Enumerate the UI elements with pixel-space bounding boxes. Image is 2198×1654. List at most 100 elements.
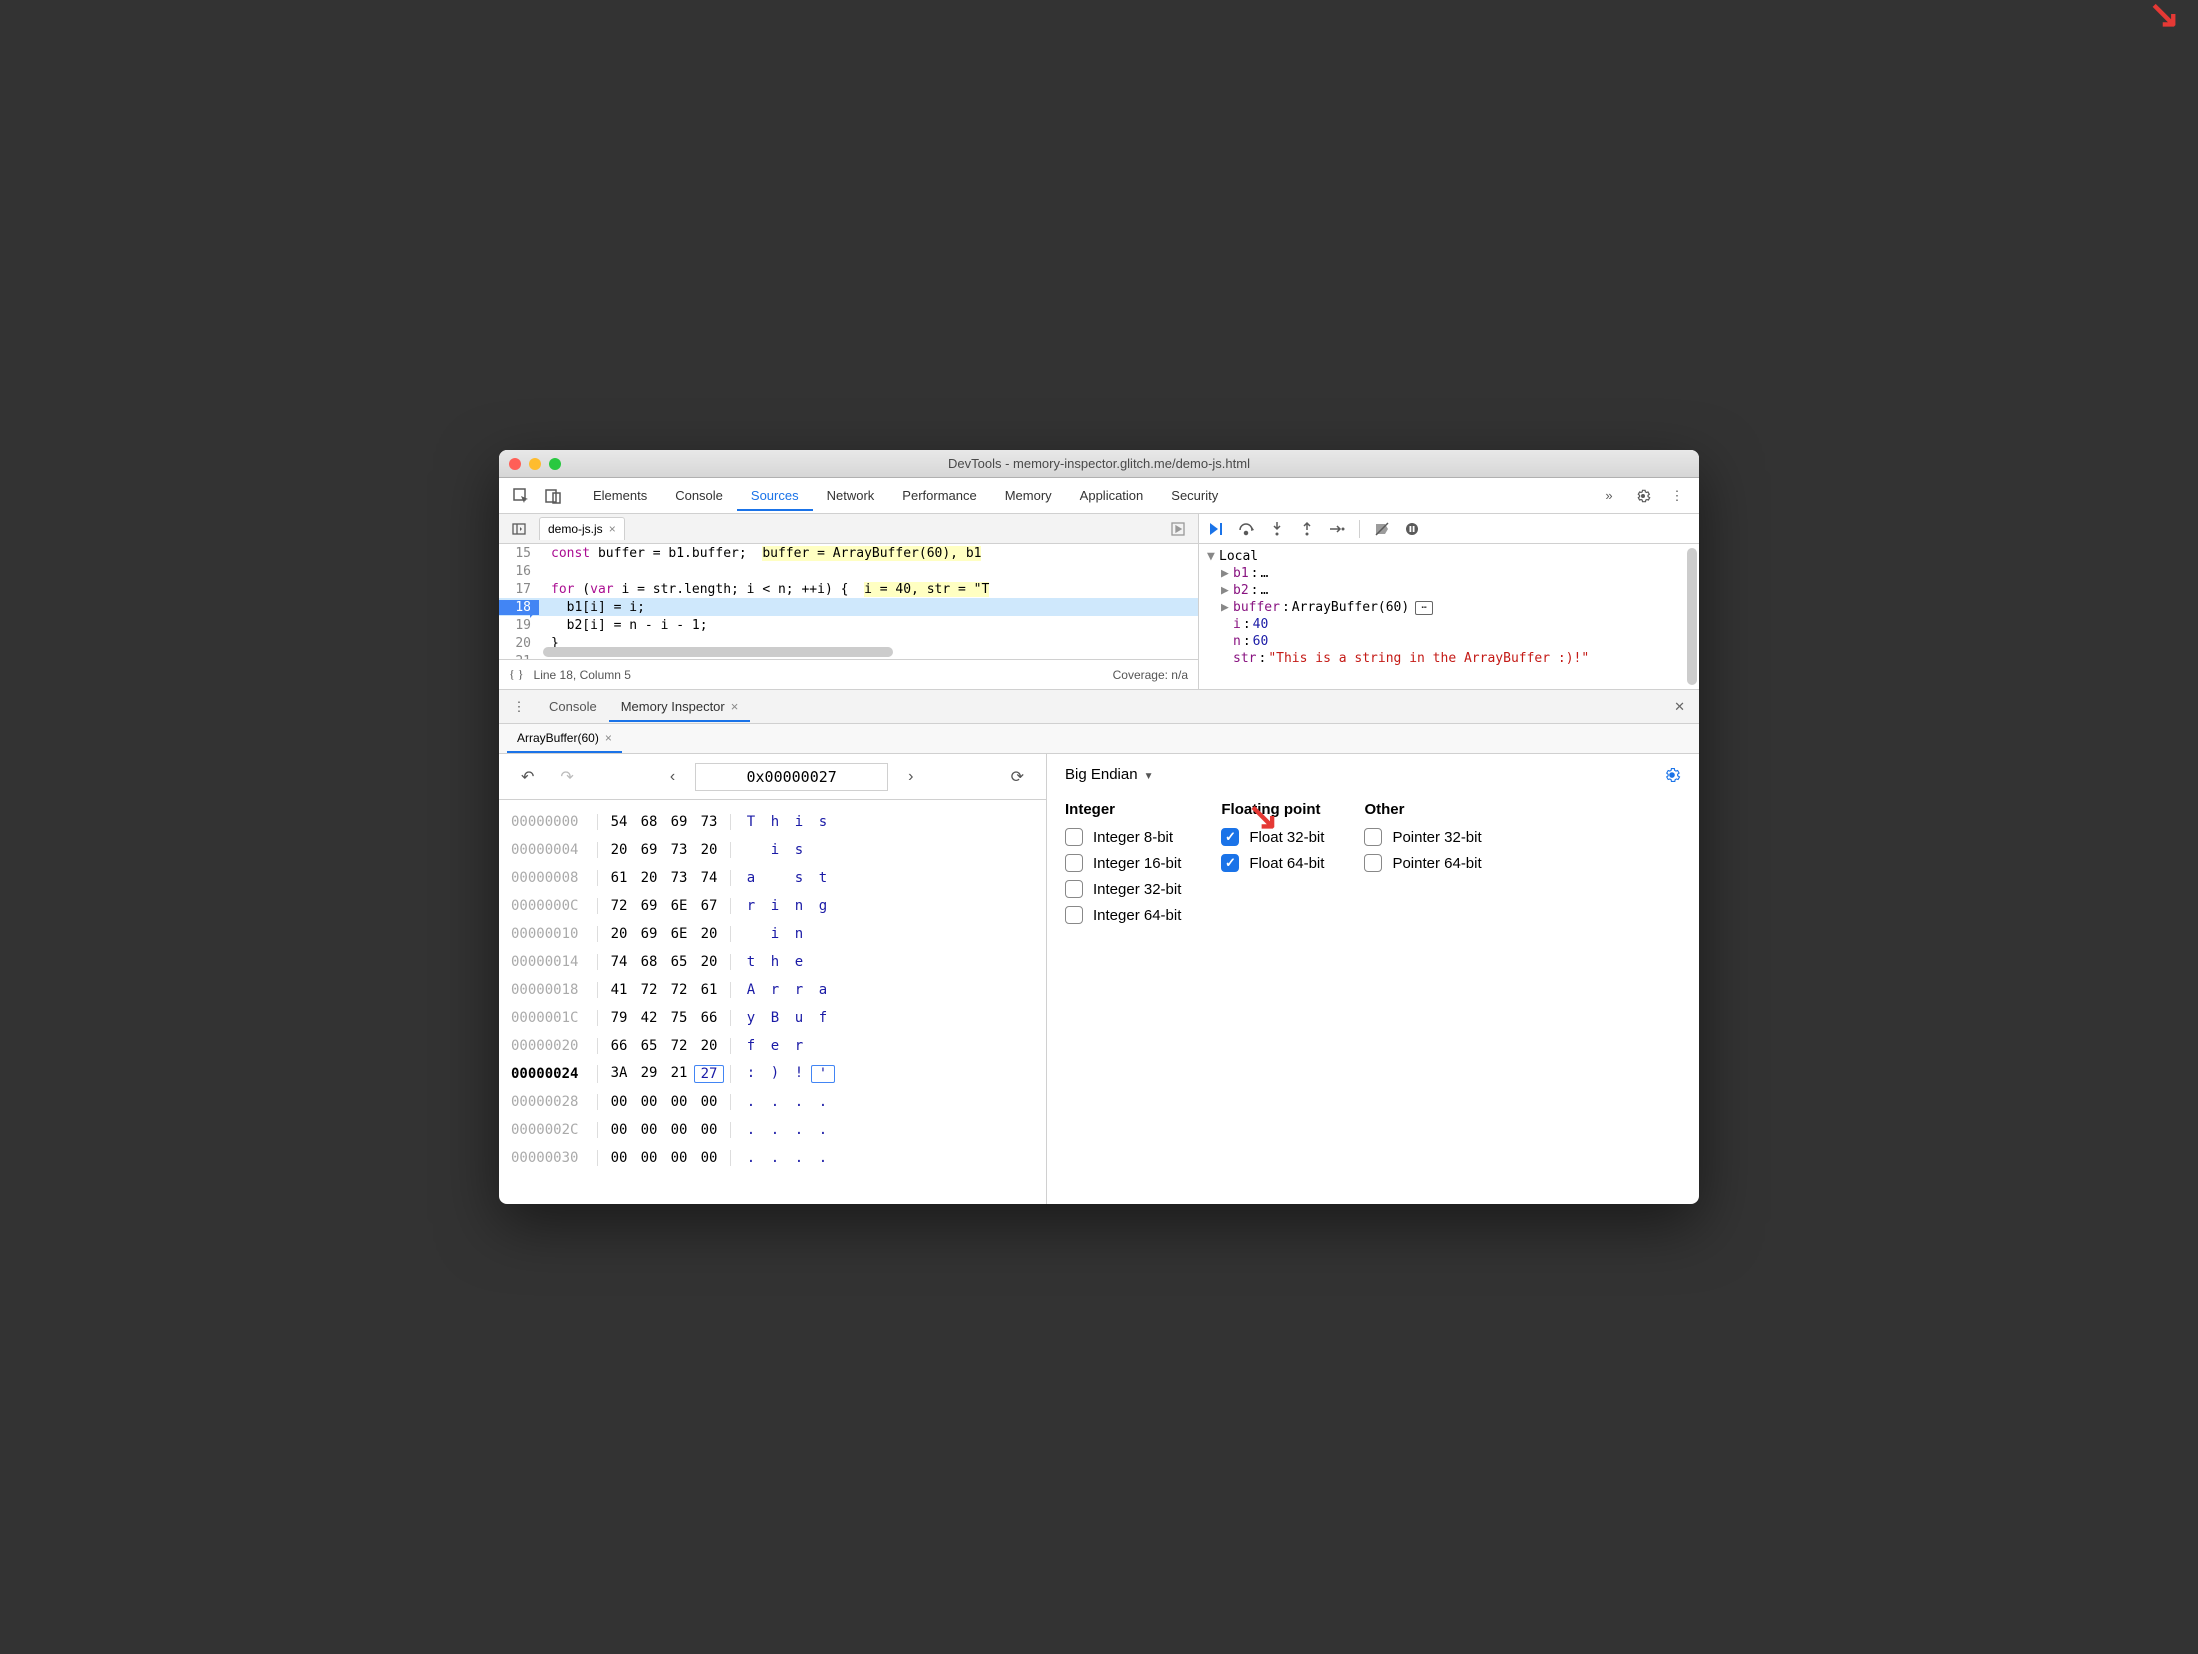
type-option[interactable]: Integer 8-bit (1065, 828, 1181, 846)
close-tab-icon[interactable]: × (731, 699, 739, 714)
hex-grid[interactable]: 0000000054686973This0000000420697320 is … (499, 800, 1046, 1180)
scope-variable[interactable]: n: 60 (1199, 633, 1699, 650)
hex-row[interactable]: 0000000420697320 is (511, 836, 1034, 864)
drawer-tab-memory-inspector[interactable]: Memory Inspector× (609, 691, 751, 722)
redo-icon[interactable]: ↷ (552, 763, 581, 791)
device-toggle-icon[interactable] (539, 482, 567, 510)
tab-elements[interactable]: Elements (579, 480, 661, 511)
option-label: Integer 64-bit (1093, 907, 1181, 924)
scope-variable[interactable]: ▶b1: … (1199, 565, 1699, 582)
mi-tab-label: ArrayBuffer(60) (517, 731, 599, 745)
tab-application[interactable]: Application (1066, 480, 1158, 511)
tab-security[interactable]: Security (1157, 480, 1232, 511)
inspect-element-icon[interactable] (507, 482, 535, 510)
hex-row[interactable]: 000000243A292127:)!' (511, 1060, 1034, 1088)
code-line[interactable]: 17for (var i = str.length; i < n; ++i) {… (499, 580, 1198, 598)
close-tab-icon[interactable]: × (609, 522, 616, 536)
scope-variable[interactable]: str: "This is a string in the ArrayBuffe… (1199, 650, 1699, 667)
close-drawer-icon[interactable]: ✕ (1666, 695, 1693, 719)
pause-exceptions-icon[interactable] (1400, 517, 1424, 541)
scope-variable[interactable]: i: 40 (1199, 616, 1699, 633)
hex-row[interactable]: 0000003000000000.... (511, 1144, 1034, 1172)
address-input[interactable] (695, 763, 888, 791)
step-over-icon[interactable] (1235, 517, 1259, 541)
format-icon[interactable]: { } (509, 667, 524, 682)
code-line[interactable]: 16 (499, 562, 1198, 580)
next-page-icon[interactable]: › (900, 764, 921, 790)
horizontal-scrollbar[interactable] (543, 647, 893, 657)
hex-row[interactable]: 0000001841727261Arra (511, 976, 1034, 1004)
scope-variable[interactable]: ▶b2: … (1199, 582, 1699, 599)
tab-console[interactable]: Console (661, 480, 737, 511)
drawer-tab-console[interactable]: Console (537, 691, 609, 722)
tab-performance[interactable]: Performance (888, 480, 990, 511)
checkbox[interactable] (1221, 828, 1239, 846)
close-mi-tab-icon[interactable]: × (605, 731, 612, 745)
hex-row[interactable]: 0000002C00000000.... (511, 1116, 1034, 1144)
type-option[interactable]: Pointer 64-bit (1364, 854, 1481, 872)
undo-icon[interactable]: ↶ (513, 763, 542, 791)
hex-row[interactable]: 0000001020696E20 in (511, 920, 1034, 948)
resume-icon[interactable] (1205, 517, 1229, 541)
checkbox[interactable] (1065, 854, 1083, 872)
group-title: Integer (1065, 801, 1181, 818)
code-line[interactable]: 19 b2[i] = n - i - 1; (499, 616, 1198, 634)
tab-memory[interactable]: Memory (991, 480, 1066, 511)
checkbox[interactable] (1364, 828, 1382, 846)
memory-inspector-tab[interactable]: ArrayBuffer(60) × (507, 725, 622, 753)
more-tabs-icon[interactable]: » (1595, 482, 1623, 510)
hex-row[interactable]: 0000001474686520the (511, 948, 1034, 976)
run-snippet-icon[interactable] (1164, 515, 1192, 543)
kebab-menu-icon[interactable]: ⋮ (1663, 482, 1691, 510)
type-option[interactable]: Pointer 32-bit (1364, 828, 1481, 846)
traffic-lights (509, 458, 561, 470)
hex-row[interactable]: 0000000C72696E67ring (511, 892, 1034, 920)
vertical-scrollbar[interactable] (1687, 548, 1697, 685)
code-editor[interactable]: 15const buffer = b1.buffer; buffer = Arr… (499, 544, 1198, 659)
scope-variables[interactable]: ▼Local ▶b1: …▶b2: …▶buffer: ArrayBuffer(… (1199, 544, 1699, 689)
type-option[interactable]: Integer 64-bit (1065, 906, 1181, 924)
option-label: Integer 16-bit (1093, 855, 1181, 872)
minimize-window-button[interactable] (529, 458, 541, 470)
checkbox[interactable] (1065, 828, 1083, 846)
step-out-icon[interactable] (1295, 517, 1319, 541)
navigator-toggle-icon[interactable] (505, 515, 533, 543)
maximize-window-button[interactable] (549, 458, 561, 470)
type-option[interactable]: Integer 32-bit (1065, 880, 1181, 898)
code-line[interactable]: 18 b1[i] = i; (499, 598, 1198, 616)
checkbox[interactable] (1364, 854, 1382, 872)
tab-network[interactable]: Network (813, 480, 889, 511)
step-icon[interactable] (1325, 517, 1349, 541)
tab-sources[interactable]: Sources (737, 480, 813, 511)
group-title: Other (1364, 801, 1481, 818)
step-into-icon[interactable] (1265, 517, 1289, 541)
scope-variable[interactable]: ▶buffer: ArrayBuffer(60)⋯ (1199, 599, 1699, 616)
editor-tab[interactable]: demo-js.js × (539, 517, 625, 540)
hex-row[interactable]: 0000002066657220fer (511, 1032, 1034, 1060)
hex-row[interactable]: 0000000861207374a st (511, 864, 1034, 892)
hex-row[interactable]: 0000002800000000.... (511, 1088, 1034, 1116)
checkbox[interactable] (1065, 906, 1083, 924)
type-option[interactable]: Float 64-bit (1221, 854, 1324, 872)
memory-icon[interactable]: ⋯ (1415, 601, 1433, 615)
drawer-tabbar: ⋮ ConsoleMemory Inspector× ✕ (499, 690, 1699, 724)
settings-gear-icon[interactable] (1629, 482, 1657, 510)
hex-row[interactable]: 0000000054686973This (511, 808, 1034, 836)
endian-select[interactable]: Big Endian▼ (1065, 766, 1153, 783)
memory-inspector-tabbar: ArrayBuffer(60) × ↘ (499, 724, 1699, 754)
value-settings-gear-icon[interactable] (1663, 766, 1681, 784)
debugger-toolbar (1199, 514, 1699, 544)
editor-pane: demo-js.js × 15const buffer = b1.buffer;… (499, 514, 1199, 689)
checkbox[interactable] (1065, 880, 1083, 898)
debugger-pane: ▼Local ▶b1: …▶b2: …▶buffer: ArrayBuffer(… (1199, 514, 1699, 689)
prev-page-icon[interactable]: ‹ (662, 764, 683, 790)
hex-row[interactable]: 0000001C79427566yBuf (511, 1004, 1034, 1032)
deactivate-breakpoints-icon[interactable] (1370, 517, 1394, 541)
code-line[interactable]: 15const buffer = b1.buffer; buffer = Arr… (499, 544, 1198, 562)
checkbox[interactable] (1221, 854, 1239, 872)
refresh-icon[interactable]: ⟳ (1003, 763, 1032, 791)
close-window-button[interactable] (509, 458, 521, 470)
drawer-menu-icon[interactable]: ⋮ (505, 693, 533, 721)
editor-tab-label: demo-js.js (548, 522, 603, 536)
type-option[interactable]: Integer 16-bit (1065, 854, 1181, 872)
